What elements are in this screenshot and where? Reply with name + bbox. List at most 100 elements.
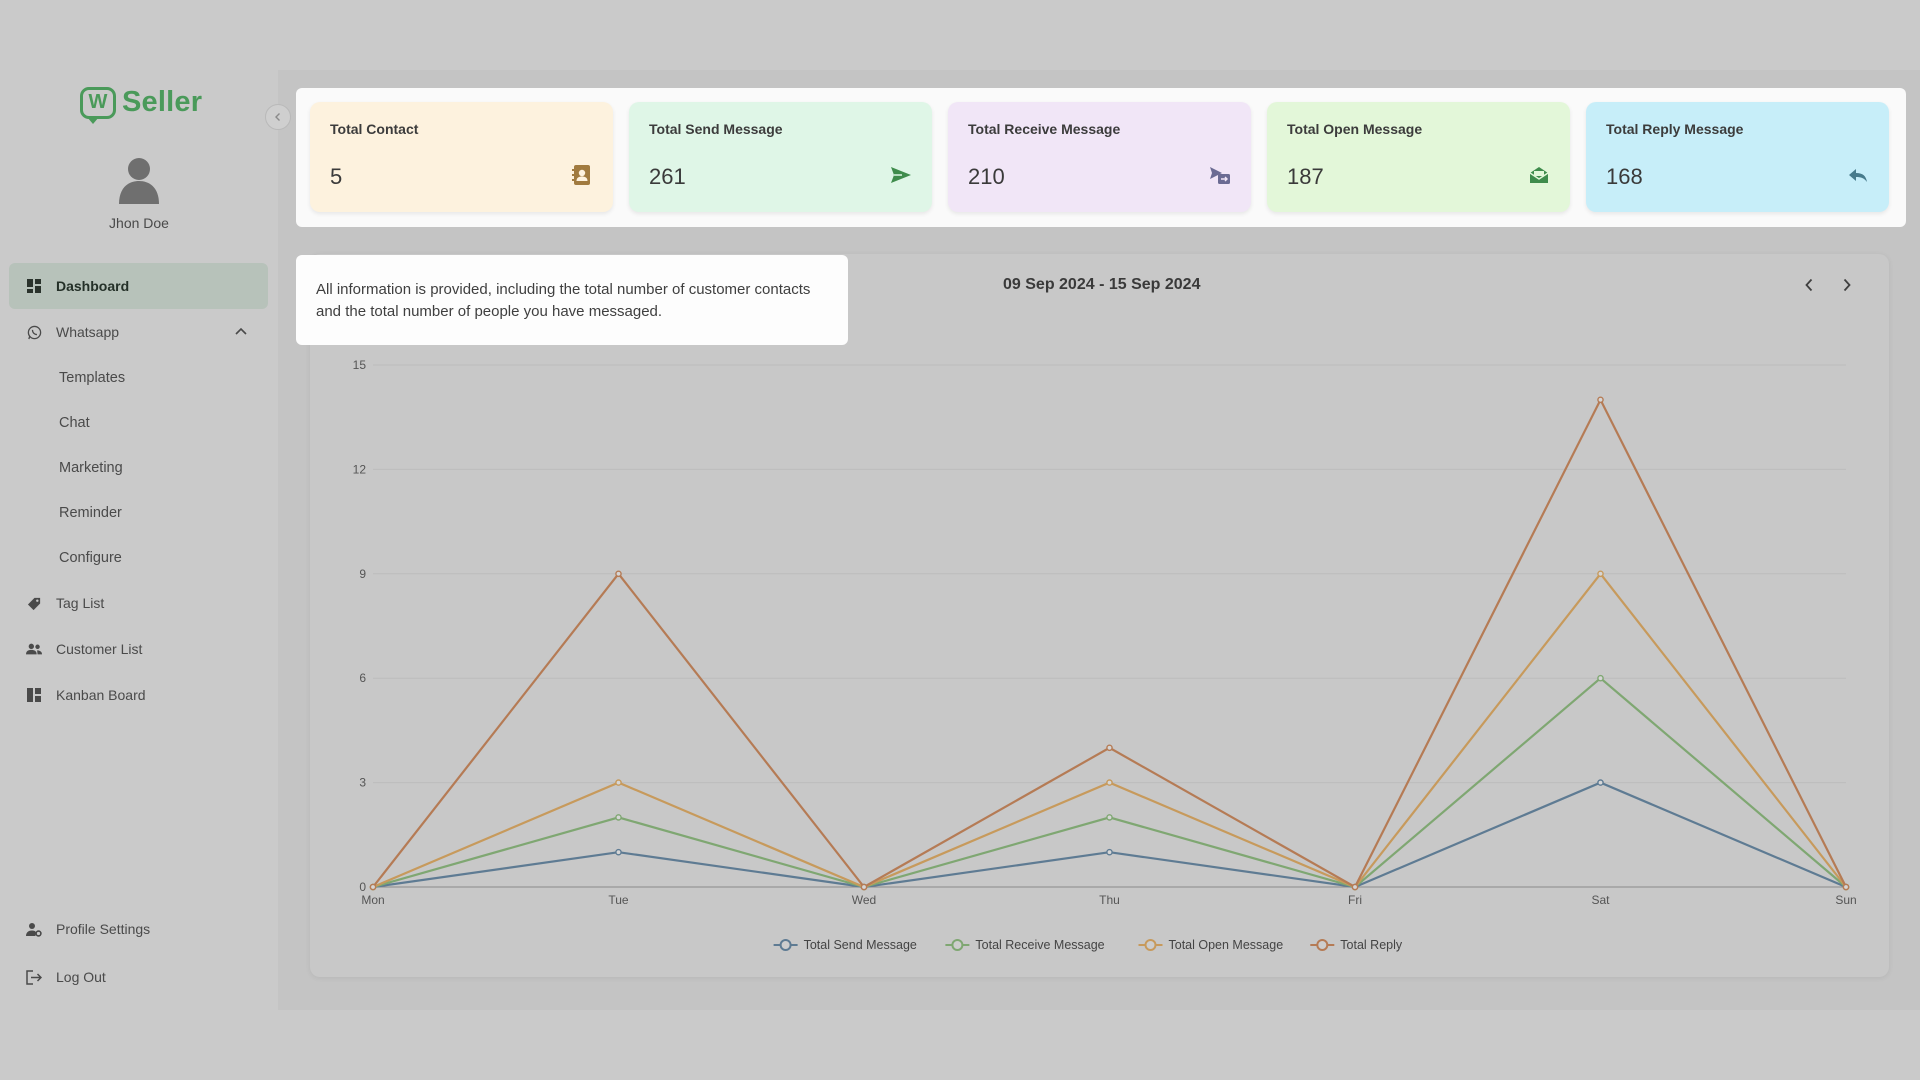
data-point[interactable] bbox=[1106, 744, 1113, 752]
stat-value: 168 bbox=[1606, 164, 1643, 189]
stat-label: Total Receive Message bbox=[968, 121, 1121, 137]
data-point[interactable] bbox=[615, 779, 622, 786]
chevron-right-icon bbox=[1843, 278, 1851, 292]
stat-card-total-receive-message[interactable]: Total Receive Message 210 bbox=[948, 102, 1251, 212]
sidebar-collapse-button[interactable] bbox=[265, 104, 291, 130]
stats-panel: Total Contact 5 Total Send Message 261 T… bbox=[296, 88, 1906, 227]
data-point[interactable] bbox=[1351, 883, 1359, 891]
legend-label[interactable]: Total Reply bbox=[1340, 938, 1403, 952]
data-point[interactable] bbox=[1597, 674, 1604, 682]
x-tick-label: Sun bbox=[1835, 893, 1856, 907]
logout-icon bbox=[26, 969, 42, 985]
kanban-icon bbox=[26, 687, 42, 703]
y-tick-label: 9 bbox=[359, 567, 366, 581]
chart-card bbox=[310, 254, 1889, 977]
stat-label: Total Send Message bbox=[649, 121, 783, 137]
stat-label: Total Contact bbox=[330, 121, 419, 137]
stat-card-total-open-message[interactable]: Total Open Message 187 bbox=[1267, 102, 1570, 212]
grid-icon bbox=[26, 278, 42, 294]
data-point[interactable] bbox=[1842, 883, 1850, 891]
legend-label[interactable]: Total Send Message bbox=[804, 938, 917, 952]
sidebar-item-label: Kanban Board bbox=[56, 687, 146, 703]
sidebar-item-profile-settings[interactable]: Profile Settings bbox=[9, 905, 268, 953]
y-tick-label: 12 bbox=[353, 462, 367, 476]
data-point[interactable] bbox=[1597, 396, 1604, 404]
sidebar-item-customer-list[interactable]: Customer List bbox=[9, 626, 268, 672]
sidebar-subitem-marketing[interactable]: Marketing bbox=[9, 445, 268, 490]
info-tooltip: All information is provided, including t… bbox=[296, 255, 848, 345]
sidebar-subitem-chat[interactable]: Chat bbox=[9, 400, 268, 445]
date-range-label: 09 Sep 2024 - 15 Sep 2024 bbox=[1003, 276, 1201, 293]
y-tick-label: 0 bbox=[359, 880, 366, 894]
data-point[interactable] bbox=[369, 883, 377, 891]
x-tick-label: Fri bbox=[1348, 893, 1362, 907]
next-week-button[interactable] bbox=[1838, 275, 1856, 295]
data-point[interactable] bbox=[1597, 779, 1604, 786]
data-point[interactable] bbox=[615, 814, 622, 821]
x-tick-label: Thu bbox=[1099, 893, 1120, 907]
legend-marker bbox=[1144, 939, 1157, 951]
sidebar-item-label: Dashboard bbox=[56, 278, 130, 294]
data-point[interactable] bbox=[1106, 814, 1113, 821]
user-profile: Jhon Doe bbox=[0, 154, 278, 231]
chevron-left-icon bbox=[275, 113, 280, 121]
sidebar-bottom-nav: Profile Settings Log Out bbox=[9, 905, 268, 1001]
sidebar-item-label: Whatsapp bbox=[56, 324, 120, 340]
logo-badge: W bbox=[80, 86, 116, 124]
legend-label[interactable]: Total Receive Message bbox=[975, 938, 1104, 952]
logo-text: Seller bbox=[122, 86, 203, 118]
stat-card-total-send-message[interactable]: Total Send Message 261 bbox=[629, 102, 932, 212]
user-name: Jhon Doe bbox=[109, 215, 169, 231]
sidebar-subitem-templates[interactable]: Templates bbox=[9, 355, 268, 400]
stat-card-total-contact[interactable]: Total Contact 5 bbox=[310, 102, 613, 212]
y-tick-label: 3 bbox=[359, 776, 366, 790]
sidebar-item-kanban-board[interactable]: Kanban Board bbox=[9, 672, 268, 718]
legend-marker bbox=[1316, 939, 1329, 951]
sidebar-item-label: Tag List bbox=[56, 595, 105, 611]
stat-value: 210 bbox=[968, 164, 1005, 189]
prev-week-button[interactable] bbox=[1800, 275, 1818, 295]
open-envelope-icon bbox=[1529, 167, 1549, 183]
sidebar-item-tag-list[interactable]: Tag List bbox=[9, 580, 268, 626]
stat-value: 187 bbox=[1287, 164, 1324, 189]
send-icon bbox=[891, 167, 911, 183]
legend-marker bbox=[951, 939, 964, 951]
sidebar-item-whatsapp[interactable]: Whatsapp bbox=[9, 309, 268, 355]
x-tick-label: Tue bbox=[608, 893, 629, 907]
chevron-left-icon bbox=[1805, 278, 1813, 292]
y-tick-label: 15 bbox=[353, 358, 367, 372]
user-settings-icon bbox=[26, 921, 42, 937]
sidebar-item-dashboard[interactable]: Dashboard bbox=[9, 263, 268, 309]
tag-icon bbox=[26, 595, 42, 611]
legend-marker bbox=[779, 939, 792, 951]
date-navigation bbox=[1800, 275, 1856, 295]
stat-value: 261 bbox=[649, 164, 686, 189]
receive-icon bbox=[1210, 167, 1230, 184]
sidebar-item-label: Log Out bbox=[56, 969, 106, 985]
data-point[interactable] bbox=[615, 848, 622, 856]
stat-value: 5 bbox=[330, 164, 343, 189]
data-point[interactable] bbox=[1106, 779, 1113, 786]
sidebar-item-log-out[interactable]: Log Out bbox=[9, 953, 268, 1001]
logo-letter: W bbox=[88, 91, 108, 113]
contact-book-icon bbox=[572, 165, 590, 185]
sidebar-subitem-configure[interactable]: Configure bbox=[9, 535, 268, 580]
whatsapp-icon bbox=[26, 324, 42, 340]
chevron-up-icon[interactable] bbox=[234, 324, 248, 341]
sidebar-subitem-reminder[interactable]: Reminder bbox=[9, 490, 268, 535]
reply-icon bbox=[1849, 169, 1867, 182]
sidebar-nav: Dashboard Whatsapp Templates Chat Market… bbox=[9, 263, 268, 718]
stat-label: Total Reply Message bbox=[1606, 121, 1744, 137]
stat-label: Total Open Message bbox=[1287, 121, 1423, 137]
data-point[interactable] bbox=[860, 883, 868, 891]
x-tick-label: Wed bbox=[852, 893, 876, 907]
data-point[interactable] bbox=[615, 570, 622, 578]
legend-label[interactable]: Total Open Message bbox=[1169, 938, 1284, 952]
x-tick-label: Sat bbox=[1591, 893, 1610, 907]
data-point[interactable] bbox=[1597, 570, 1604, 578]
stat-card-total-reply-message[interactable]: Total Reply Message 168 bbox=[1586, 102, 1889, 212]
data-point[interactable] bbox=[1106, 848, 1113, 856]
app-logo[interactable]: W Seller bbox=[80, 86, 203, 124]
x-tick-label: Mon bbox=[361, 893, 384, 907]
sidebar-item-label: Customer List bbox=[56, 641, 143, 657]
